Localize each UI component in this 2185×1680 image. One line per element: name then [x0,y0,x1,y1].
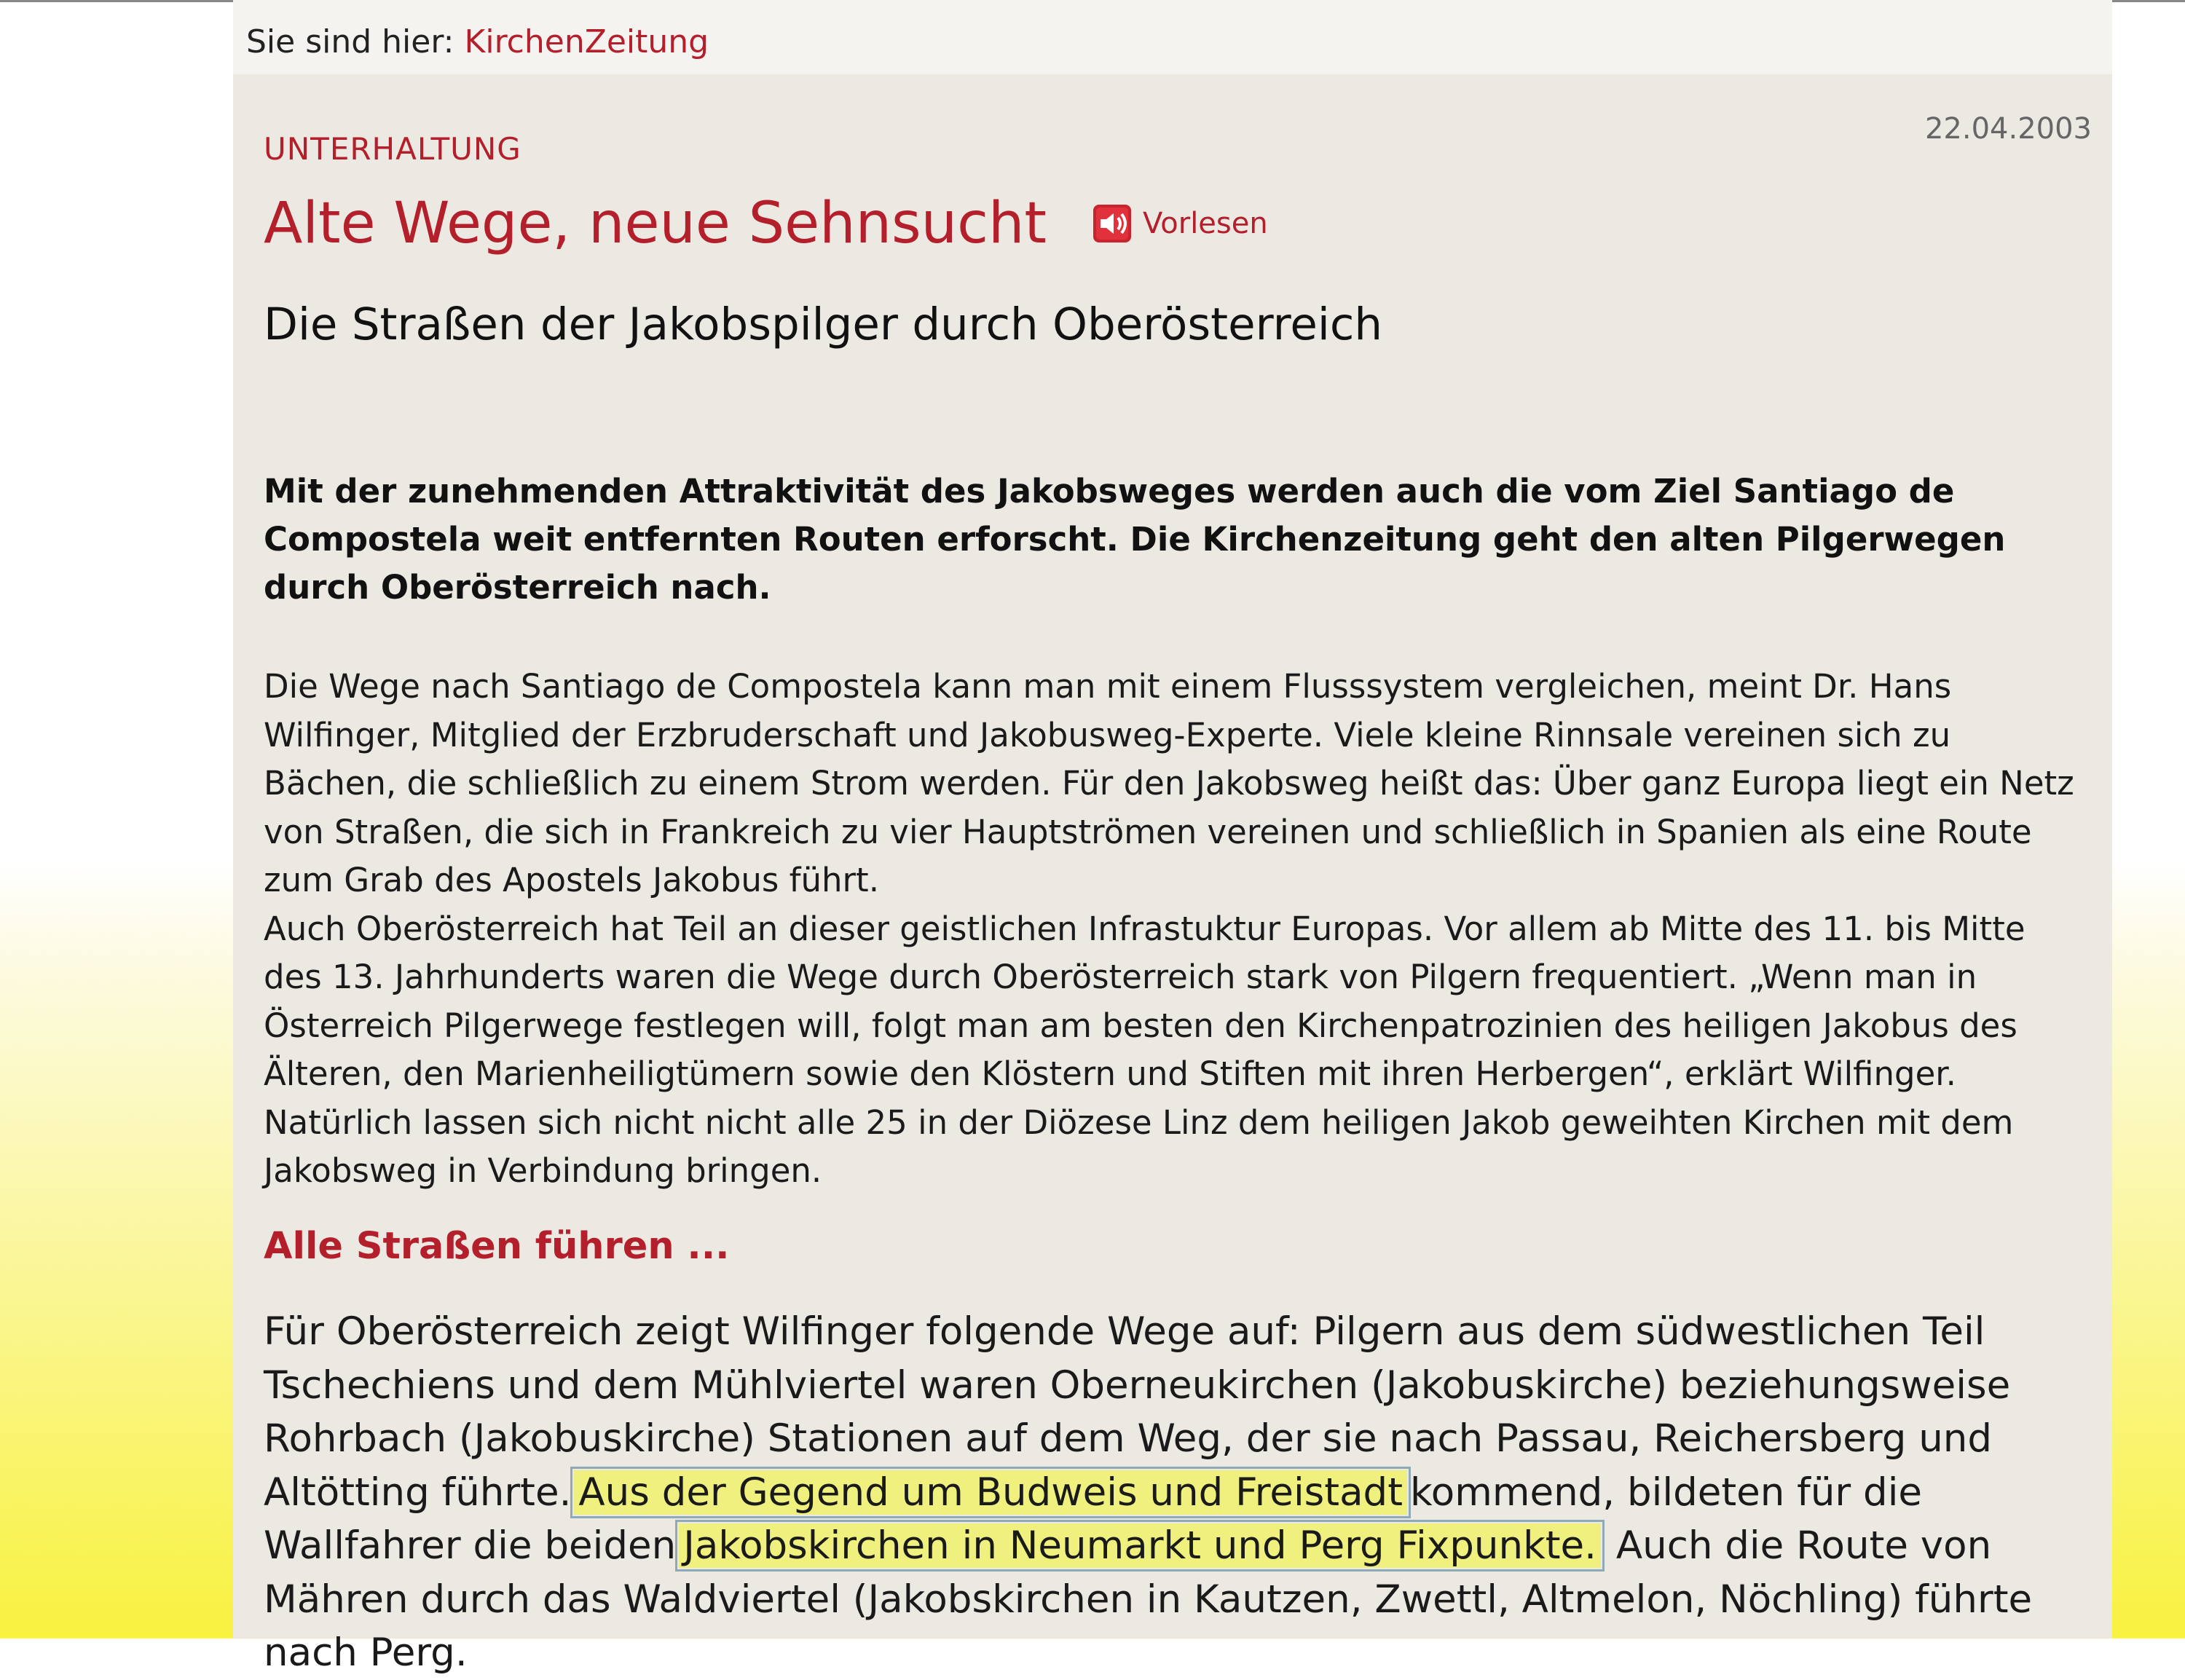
highlight-budweis-freistadt: Aus der Gegend um Budweis und Freistadt [570,1466,1411,1518]
body-paragraph-1: Die Wege nach Santiago de Compostela kan… [264,667,2074,899]
breadcrumb-bar: Sie sind hier: KirchenZeitung [233,0,2112,74]
speaker-icon [1093,205,1132,242]
article-body: Die Wege nach Santiago de Compostela kan… [264,663,2092,1196]
highlight-neumarkt-perg: Jakobskirchen in Neumarkt und Perg Fixpu… [675,1520,1605,1571]
article-lead: Mit der zunehmenden Attraktivität des Ja… [264,472,2006,607]
breadcrumb-link-kirchenzeitung[interactable]: KirchenZeitung [464,23,709,60]
section-heading: Alle Straßen führen ... [264,1225,730,1268]
top-border-line-right [2112,0,2185,2]
section-paragraph: Für Oberösterreich zeigt Wilfinger folge… [264,1305,2092,1680]
article-date: 22.04.2003 [1924,112,2092,146]
article-category: UNTERHALTUNG [264,131,521,167]
body-paragraph-2: Auch Oberösterreich hat Teil an dieser g… [264,909,2025,1191]
article-subtitle: Die Straßen der Jakobspilger durch Oberö… [264,299,1383,350]
vorlesen-button[interactable]: Vorlesen [1092,203,1268,244]
breadcrumb-prefix: Sie sind hier: [246,23,454,60]
breadcrumb: Sie sind hier: KirchenZeitung [246,23,709,60]
vorlesen-label: Vorlesen [1143,207,1268,240]
page-content: Sie sind hier: KirchenZeitung 22.04.2003… [233,0,2112,1675]
title-row: Alte Wege, neue Sehnsucht Vorlesen [264,191,1268,256]
article-title: Alte Wege, neue Sehnsucht [264,191,1047,256]
top-border-line [0,0,233,2]
